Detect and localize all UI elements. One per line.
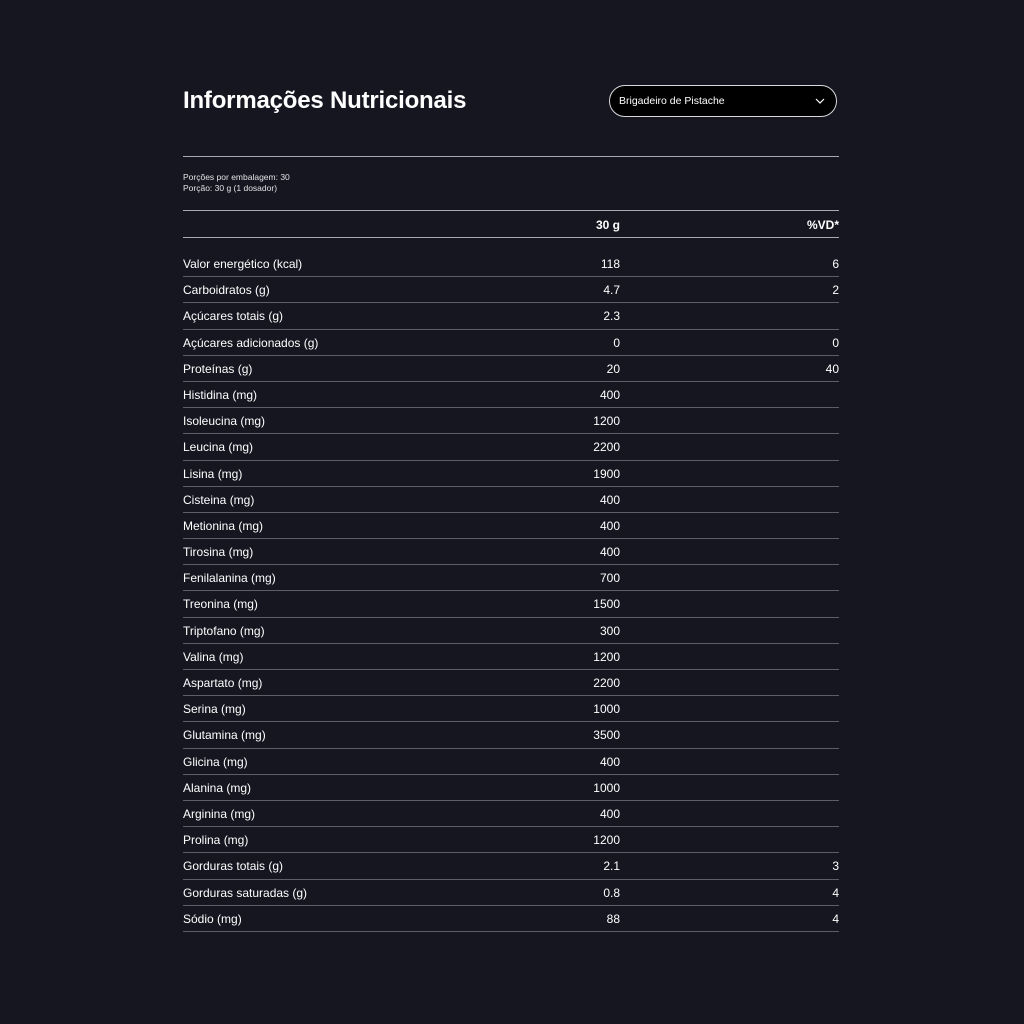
table-row: Cisteina (mg) 400 (183, 487, 839, 513)
nutrient-amount: 1500 (593, 597, 620, 612)
table-row: Açúcares adicionados (g) 0 0 (183, 330, 839, 356)
nutrient-amount: 2200 (593, 440, 620, 455)
serving-info: Porções por embalagem: 30 Porção: 30 g (… (183, 172, 290, 194)
nutrient-name: Gorduras totais (g) (183, 859, 284, 874)
table-row: Metionina (mg) 400 (183, 513, 839, 540)
header-divider (183, 156, 839, 157)
nutrient-amount: 2200 (593, 676, 620, 690)
nutrient-name: Glicina (mg) (183, 754, 248, 769)
nutrient-amount: 1000 (593, 780, 620, 795)
table-row: Aspartato (mg) 2200 (183, 670, 839, 697)
nutrient-amount: 1900 (593, 466, 620, 481)
table-row: Tirosina (mg) 400 (183, 539, 839, 566)
nutrient-amount: 2.1 (603, 859, 620, 874)
nutrient-name: Arginina (mg) (183, 806, 256, 821)
nutrient-amount: 4.7 (603, 283, 620, 298)
nutrient-name: Triptofano (mg) (183, 623, 265, 638)
nutrient-amount: 1200 (593, 414, 620, 429)
nutrient-name: Açúcares adicionados (g) (183, 335, 319, 350)
servings-per-package: Porções por embalagem: 30 (183, 172, 290, 182)
nutrient-name: Tirosina (mg) (183, 545, 254, 560)
table-row: Prolina (mg) 1200 (183, 827, 839, 854)
nutrient-amount: 400 (599, 387, 620, 402)
nutrient-amount: 2.3 (603, 309, 620, 324)
nutrient-amount: 400 (599, 518, 620, 533)
nutrient-amount: 300 (599, 623, 620, 638)
nutrient-name: Isoleucina (mg) (183, 414, 266, 429)
nutrient-name: Glutamina (mg) (183, 728, 266, 743)
nutrient-name: Alanina (mg) (183, 780, 252, 795)
nutrient-name: Histidina (mg) (183, 387, 258, 402)
nutrient-name: Aspartato (mg) (183, 676, 263, 690)
nutrient-dv: 0 (832, 335, 839, 350)
nutrient-amount: 20 (606, 361, 620, 376)
nutrient-name: Prolina (mg) (183, 833, 249, 848)
nutrient-dv: 2 (832, 283, 839, 298)
nutrient-amount: 0.8 (603, 885, 620, 900)
nutrient-amount: 118 (600, 257, 620, 271)
table-row: Gorduras totais (g) 2.1 3 (183, 853, 839, 880)
nutrient-dv: 40 (825, 361, 839, 376)
table-row: Triptofano (mg) 300 (183, 618, 839, 644)
nutrient-name: Leucina (mg) (183, 440, 254, 455)
table-row: Carboidratos (g) 4.7 2 (183, 277, 839, 304)
nutrient-amount: 400 (599, 492, 620, 507)
table-row: Proteínas (g) 20 40 (183, 356, 839, 382)
nutrient-amount: 1200 (593, 833, 620, 848)
nutrition-table-body: Valor energético (kcal) 118 6 Carboidratos … (183, 251, 839, 932)
nutrient-name: Gorduras saturadas (g) (183, 885, 308, 900)
portion-size: Porção: 30 g (1 dosador) (183, 183, 278, 193)
column-header-amount: 30 g (595, 218, 620, 232)
table-row: Histidina (mg) 400 (183, 382, 839, 409)
table-row: Sódio (mg) 88 4 (183, 906, 839, 932)
nutrient-name: Açúcares totais (g) (183, 309, 284, 324)
table-row: Leucina (mg) 2200 (183, 434, 839, 461)
nutrient-amount: 400 (599, 754, 620, 769)
nutrient-name: Metionina (mg) (183, 518, 264, 533)
page-title: Informações Nutricionais (183, 87, 467, 114)
nutrient-amount: 0 (613, 335, 620, 350)
nutrient-name: Fenilalanina (mg) (183, 571, 276, 586)
nutrient-amount: 1000 (593, 702, 620, 717)
chevron-down-icon (815, 98, 825, 104)
table-row: Valina (mg) 1200 (183, 644, 839, 670)
table-row: Serina (mg) 1000 (183, 696, 839, 723)
panel-header: Informações Nutricionais Brigadeiro de P… (183, 80, 839, 126)
table-row: Isoleucina (mg) 1200 (183, 408, 839, 435)
table-row: Treonina (mg) 1500 (183, 591, 839, 618)
nutrient-name: Proteínas (g) (183, 361, 253, 376)
table-row: Glicina (mg) 400 (183, 749, 839, 775)
nutrient-name: Valor energético (kcal) (183, 257, 303, 271)
table-row: Açúcares totais (g) 2.3 (183, 303, 839, 330)
nutrient-name: Serina (mg) (183, 702, 246, 717)
table-row: Gorduras saturadas (g) 0.8 4 (183, 880, 839, 906)
table-row: Valor energético (kcal) 118 6 (183, 251, 839, 278)
table-row: Alanina (mg) 1000 (183, 775, 839, 801)
table-row: Lisina (mg) 1900 (183, 461, 839, 487)
nutrient-name: Carboidratos (g) (183, 283, 270, 298)
flavor-select[interactable]: Brigadeiro de Pistache (609, 85, 837, 117)
column-header-dv: %VD* (806, 218, 839, 232)
nutrient-amount: 1200 (593, 649, 620, 664)
nutrient-dv: 3 (832, 859, 839, 874)
nutrient-dv: 4 (832, 885, 839, 900)
nutrient-dv: 4 (832, 911, 839, 926)
table-row: Arginina (mg) 400 (183, 801, 839, 828)
nutrient-amount: 400 (599, 545, 620, 560)
table-row: Glutamina (mg) 3500 (183, 722, 839, 749)
nutrient-name: Cisteina (mg) (183, 492, 255, 507)
nutrient-amount: 400 (599, 806, 620, 821)
flavor-select-value: Brigadeiro de Pistache (619, 95, 725, 107)
table-row: Fenilalanina (mg) 700 (183, 565, 839, 592)
nutrient-amount: 3500 (593, 728, 620, 743)
table-header: 30 g %VD* (183, 211, 839, 238)
nutrient-name: Treonina (mg) (183, 597, 258, 612)
nutrient-amount: 88 (606, 911, 620, 926)
nutrient-dv: 6 (832, 257, 839, 271)
nutrient-name: Sódio (mg) (183, 911, 242, 926)
nutrition-panel: Informações Nutricionais Brigadeiro de P… (183, 80, 839, 932)
nutrient-name: Lisina (mg) (183, 466, 243, 481)
nutrient-amount: 700 (599, 571, 620, 586)
nutrient-name: Valina (mg) (183, 649, 244, 664)
